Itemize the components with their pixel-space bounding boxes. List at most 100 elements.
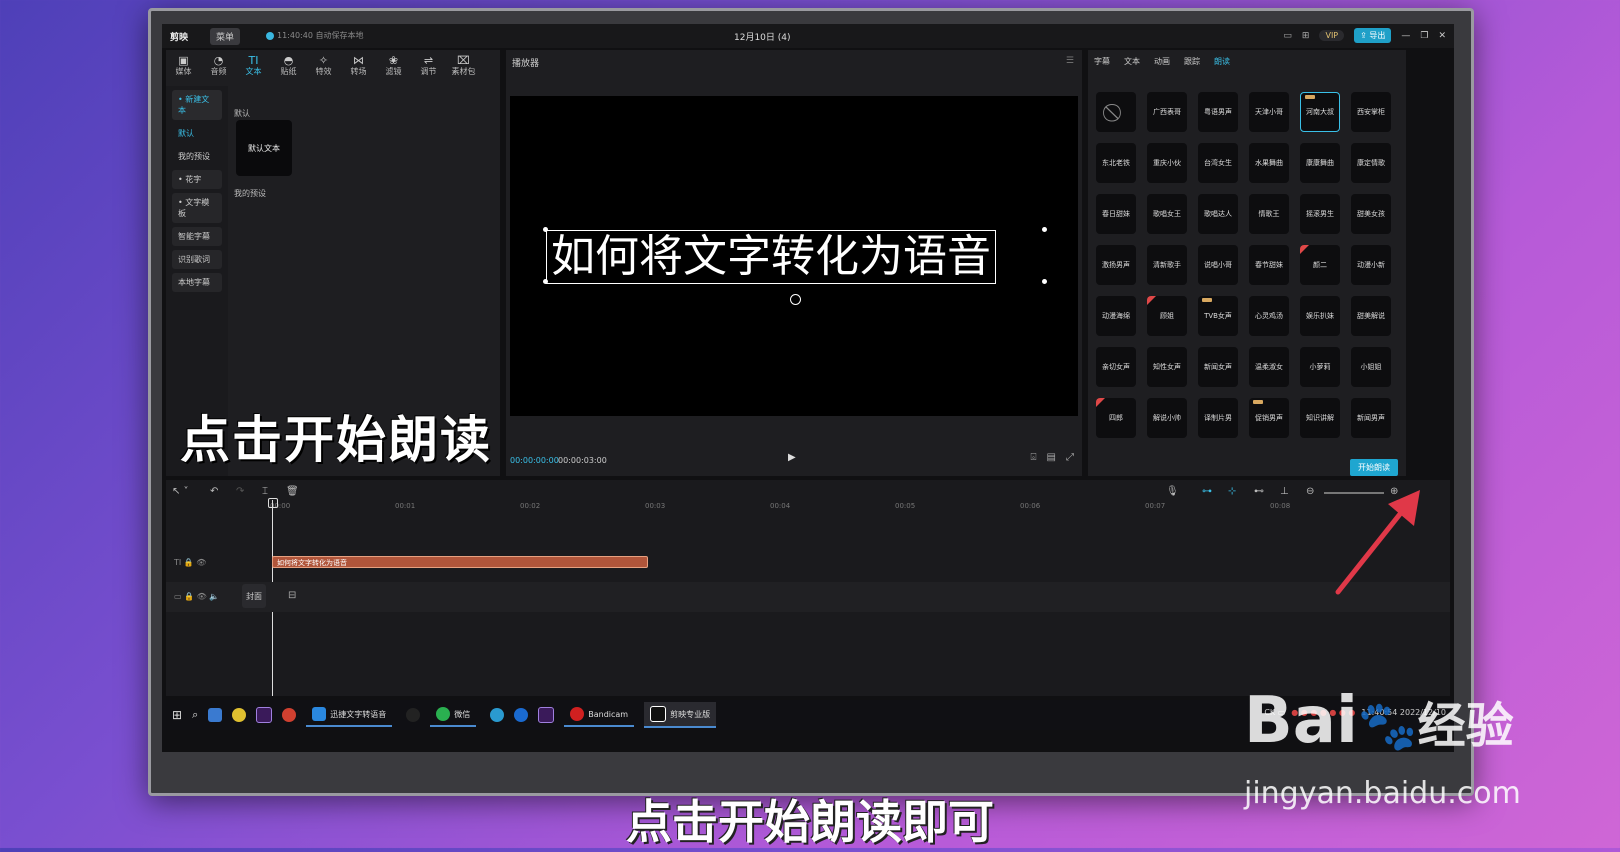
voice-option[interactable]: 新闻男声: [1351, 398, 1391, 438]
tool-media[interactable]: ▣ 媒体: [166, 50, 201, 84]
rotate-handle-icon[interactable]: [790, 294, 801, 305]
playhead-handle[interactable]: [268, 498, 278, 508]
undo-icon[interactable]: ↶: [210, 486, 218, 497]
taskbar-app-bandicam[interactable]: Bandicam: [564, 703, 635, 727]
tool-adjust[interactable]: ⇌ 调节: [411, 50, 446, 84]
voice-option[interactable]: 甜美解说: [1351, 296, 1391, 336]
microphone-icon[interactable]: 🎙: [1166, 486, 1179, 497]
voice-option[interactable]: 四郎: [1096, 398, 1136, 438]
player-menu-icon[interactable]: ☰: [1066, 56, 1074, 66]
chain-icon[interactable]: ⊷: [1254, 486, 1264, 497]
voice-option[interactable]: 清新歌手: [1147, 245, 1187, 285]
snap-icon[interactable]: ⊹: [1228, 486, 1236, 497]
sidebar-item-local-captions[interactable]: 本地字幕: [172, 273, 222, 292]
sidebar-item-auto-captions[interactable]: 智能字幕: [172, 227, 222, 246]
preview-text-box[interactable]: 如何将文字转化为语音: [546, 230, 996, 284]
no-voice-icon[interactable]: ⃠: [1096, 92, 1136, 132]
tool-assets[interactable]: ⌧ 素材包: [446, 50, 481, 84]
fullscreen-icon[interactable]: ⤢: [1066, 452, 1074, 463]
voice-option[interactable]: 东北老铁: [1096, 143, 1136, 183]
vip-badge[interactable]: VIP: [1319, 30, 1345, 41]
voice-option[interactable]: 西安掌柜: [1351, 92, 1391, 132]
premiere-icon[interactable]: [256, 707, 273, 723]
qq-icon[interactable]: [406, 708, 421, 722]
voice-option[interactable]: 知性女声: [1147, 347, 1187, 387]
export-button[interactable]: ⇪ 导出: [1354, 28, 1392, 43]
tool-filter[interactable]: ❀ 滤镜: [376, 50, 411, 84]
shortcut-icon[interactable]: ⊞: [1302, 31, 1310, 41]
premiere-2-icon[interactable]: [538, 707, 555, 723]
resize-handle-tl[interactable]: [543, 227, 548, 232]
voice-option[interactable]: 康定情歌: [1351, 143, 1391, 183]
minimize-icon[interactable]: —: [1401, 31, 1410, 41]
taskbar-app-tts[interactable]: 迅捷文字转语音: [306, 703, 393, 727]
time-ruler[interactable]: 00:00 00:01 00:02 00:03 00:04 00:05 00:06 00:07…: [270, 502, 1450, 514]
tab-text[interactable]: 文本: [1124, 56, 1140, 67]
preview-axis-icon[interactable]: ⊥: [1280, 486, 1289, 497]
voice-option[interactable]: 温柔淑女: [1249, 347, 1289, 387]
text-clip[interactable]: 如何将文字转化为语音: [272, 556, 648, 568]
resize-handle-tr[interactable]: [1042, 227, 1047, 232]
voice-option[interactable]: 春节甜妹: [1249, 245, 1289, 285]
sidebar-item-my-presets[interactable]: 我的预设: [172, 147, 222, 166]
close-icon[interactable]: ✕: [1438, 31, 1446, 41]
taskbar-app-jianying[interactable]: 剪映专业版: [644, 702, 717, 728]
voice-option[interactable]: TVB女声: [1198, 296, 1238, 336]
cover-button[interactable]: 封面: [242, 584, 266, 608]
sidebar-item-lyrics[interactable]: 识别歌词: [172, 250, 222, 269]
sidebar-item-default[interactable]: 默认: [172, 124, 222, 143]
maximize-icon[interactable]: ❐: [1420, 31, 1428, 41]
voice-option[interactable]: 激扬男声: [1096, 245, 1136, 285]
ratio-icon[interactable]: ▤: [1047, 452, 1056, 463]
resize-handle-bl[interactable]: [543, 279, 548, 284]
redo-icon[interactable]: ↷: [236, 486, 244, 497]
voice-option[interactable]: 情歌王: [1249, 194, 1289, 234]
photos-icon[interactable]: [208, 708, 223, 722]
voice-option[interactable]: 顾姐: [1147, 296, 1187, 336]
start-reading-button[interactable]: 开始朗读: [1350, 459, 1398, 476]
tab-read-aloud[interactable]: 朗读: [1214, 56, 1230, 67]
voice-option[interactable]: 台湾女生: [1198, 143, 1238, 183]
default-text-card[interactable]: 默认文本: [236, 120, 292, 176]
voice-option[interactable]: 康康舞曲: [1300, 143, 1340, 183]
chrome-icon[interactable]: [282, 708, 297, 722]
voice-option[interactable]: 摇滚男生: [1300, 194, 1340, 234]
voice-option[interactable]: 歌唱达人: [1198, 194, 1238, 234]
edge-icon[interactable]: [490, 708, 505, 722]
voice-option[interactable]: 天津小哥: [1249, 92, 1289, 132]
screenshot-icon[interactable]: ⌻: [1031, 452, 1037, 463]
select-tool-icon[interactable]: ↖ ˅: [172, 486, 189, 497]
voice-option[interactable]: 译制片男: [1198, 398, 1238, 438]
zoom-out-icon[interactable]: ⊖: [1306, 486, 1314, 497]
sidebar-item-text-template[interactable]: • 文字模板: [172, 193, 222, 223]
voice-option[interactable]: 促销男声: [1249, 398, 1289, 438]
tool-effects[interactable]: ✧ 特效: [306, 50, 341, 84]
delete-icon[interactable]: 🗑: [286, 486, 299, 497]
tab-animation[interactable]: 动画: [1154, 56, 1170, 67]
voice-option[interactable]: 歌唱女王: [1147, 194, 1187, 234]
voice-option[interactable]: 粤语男声: [1198, 92, 1238, 132]
resize-handle-br[interactable]: [1042, 279, 1047, 284]
sidebar-item-new-text[interactable]: • 新建文本: [172, 90, 222, 120]
play-icon[interactable]: ▶: [788, 452, 796, 463]
link-icon[interactable]: ⊶: [1202, 486, 1212, 497]
menu-button[interactable]: 菜单: [210, 28, 241, 45]
voice-option[interactable]: 娱乐扒妹: [1300, 296, 1340, 336]
voice-option[interactable]: 亲切女声: [1096, 347, 1136, 387]
voice-option[interactable]: 春日甜妹: [1096, 194, 1136, 234]
search-icon[interactable]: ⌕: [192, 708, 198, 722]
tool-transition[interactable]: ⋈ 转场: [341, 50, 376, 84]
edge-new-icon[interactable]: [514, 708, 529, 722]
voice-option[interactable]: 小萝莉: [1300, 347, 1340, 387]
voice-option[interactable]: 广西表哥: [1147, 92, 1187, 132]
voice-option[interactable]: 颜二: [1300, 245, 1340, 285]
voice-option[interactable]: 河南大叔: [1300, 92, 1340, 132]
taskbar-app-wechat[interactable]: 微信: [430, 703, 477, 727]
voice-option[interactable]: 解说小帅: [1147, 398, 1187, 438]
voice-option[interactable]: 心灵鸡汤: [1249, 296, 1289, 336]
tab-tracking[interactable]: 跟踪: [1184, 56, 1200, 67]
voice-option[interactable]: 甜美女孩: [1351, 194, 1391, 234]
layout-icon[interactable]: ▭: [1283, 31, 1292, 41]
voice-option[interactable]: 小姐姐: [1351, 347, 1391, 387]
voice-option[interactable]: 水果舞曲: [1249, 143, 1289, 183]
